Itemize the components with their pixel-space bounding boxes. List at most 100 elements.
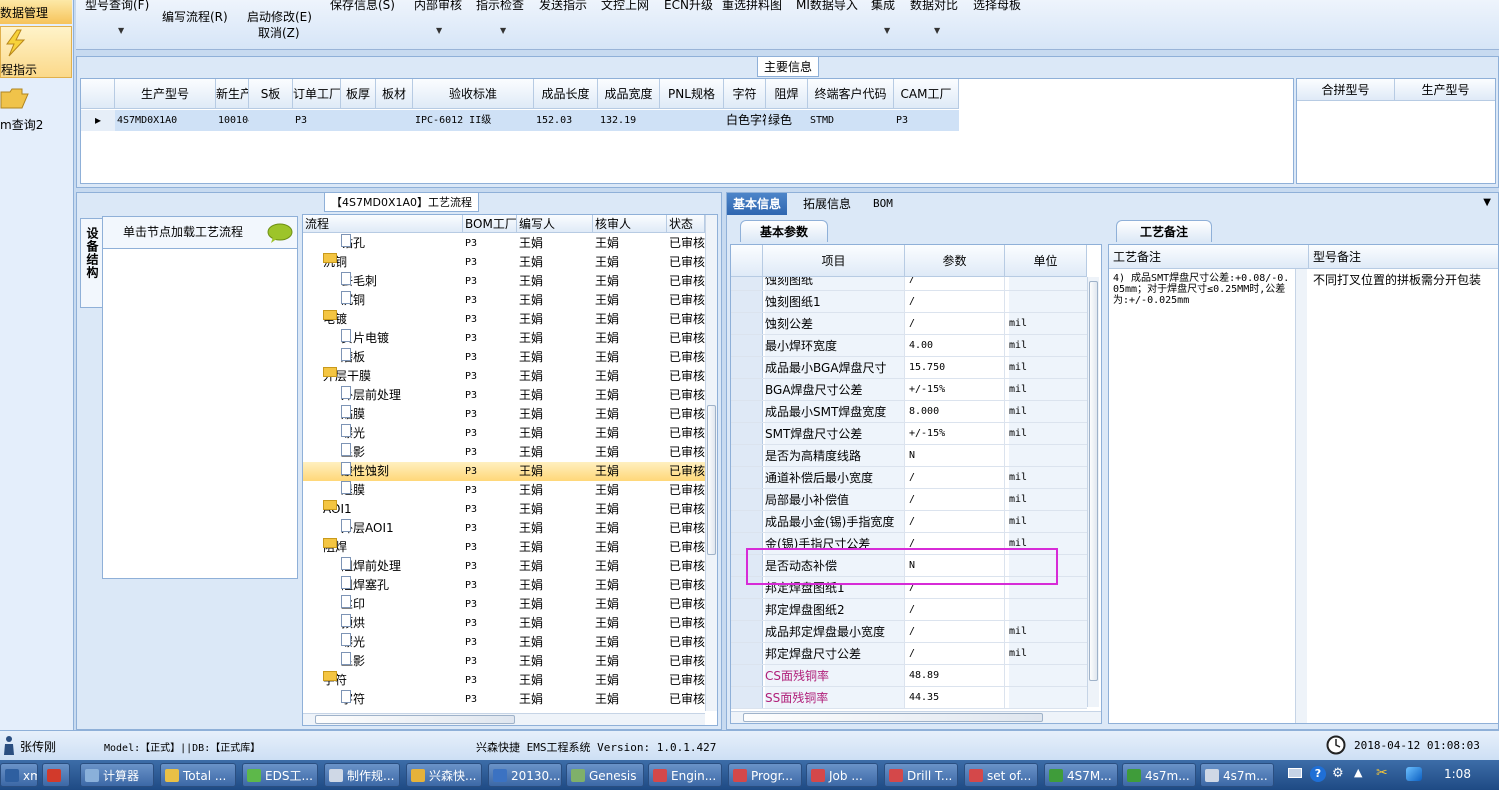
- param-row[interactable]: 局部最小补偿值 / mil: [731, 489, 1087, 511]
- param-value[interactable]: 44.35: [909, 687, 1005, 708]
- toolbar-item-13[interactable]: 数据对比: [910, 0, 958, 13]
- process-row[interactable]: 阻焊塞孔 P3 王娟 王娟 已审核: [303, 576, 705, 595]
- process-node[interactable]: 阻焊前处理: [341, 557, 463, 576]
- process-row[interactable]: −外层干膜P3 王娟 王娟 已审核: [303, 367, 705, 386]
- param-row[interactable]: 邦定焊盘图纸2/: [731, 599, 1087, 621]
- right-tab[interactable]: BOM: [867, 193, 899, 215]
- process-row[interactable]: 沉铜 P3 王娟 王娟 已审核: [303, 291, 705, 310]
- process-vertical-scrollbar[interactable]: [705, 215, 717, 711]
- main-col-header[interactable]: CAM工厂: [894, 79, 959, 109]
- param-value[interactable]: /: [909, 489, 1005, 510]
- process-row[interactable]: −沉铜P3 王娟 王娟 已审核: [303, 253, 705, 272]
- process-row[interactable]: −阻焊P3 王娟 王娟 已审核: [303, 538, 705, 557]
- taskbar-button[interactable]: Job ...: [806, 763, 878, 787]
- taskbar-button[interactable]: 计算器: [80, 763, 154, 787]
- process-row[interactable]: 预烘 P3 王娟 王娟 已审核: [303, 614, 705, 633]
- taskbar-button[interactable]: Genesis: [566, 763, 644, 787]
- param-row[interactable]: 邦定焊盘尺寸公差 / mil: [731, 643, 1087, 665]
- basic-params-tab[interactable]: 基本参数: [740, 220, 828, 242]
- process-remark-tab[interactable]: 工艺备注: [1116, 220, 1212, 242]
- param-row[interactable]: 成品最小SMT焊盘宽度 8.000 mil: [731, 401, 1087, 423]
- process-node[interactable]: 曝光: [341, 633, 463, 652]
- process-remark-text[interactable]: 4) 成品SMT焊盘尺寸公差:+0.08/-0.05mm；对于焊盘尺寸≤0.25…: [1113, 273, 1295, 306]
- param-row[interactable]: 最小焊环宽度 4.00 mil: [731, 335, 1087, 357]
- param-row[interactable]: 蚀刻图纸1/: [731, 291, 1087, 313]
- dropdown-arrow-icon[interactable]: ▼: [436, 26, 442, 35]
- process-node[interactable]: 预烘: [341, 614, 463, 633]
- param-value[interactable]: /: [909, 643, 1005, 664]
- process-node[interactable]: 显影: [341, 443, 463, 462]
- process-tree-area[interactable]: 单击节点加载工艺流程: [102, 216, 298, 579]
- scroll-thumb[interactable]: [1089, 281, 1098, 681]
- process-col-header[interactable]: 流程: [303, 215, 463, 233]
- param-value[interactable]: +/-15%: [909, 423, 1005, 444]
- param-row[interactable]: BGA焊盘尺寸公差 +/-15% mil: [731, 379, 1087, 401]
- process-row[interactable]: 字符 P3 王娟 王娟 已审核: [303, 690, 705, 709]
- process-node[interactable]: 酸性蚀刻: [341, 462, 463, 481]
- main-cell[interactable]: 白色字符: [726, 110, 766, 131]
- toolbar-item-0[interactable]: 型号查询(F): [85, 0, 149, 13]
- process-row[interactable]: 贴膜 P3 王娟 王娟 已审核: [303, 405, 705, 424]
- param-value[interactable]: /: [909, 621, 1005, 642]
- taskbar-button[interactable]: Drill T...: [884, 763, 958, 787]
- side-model-header[interactable]: 生产型号: [1395, 79, 1495, 101]
- process-node[interactable]: 阻焊塞孔: [341, 576, 463, 595]
- main-cell[interactable]: 4S7MD0X1A0: [117, 110, 216, 131]
- process-col-header[interactable]: 编写人: [517, 215, 593, 233]
- toolbar-item-12[interactable]: 集成: [871, 0, 895, 13]
- toolbar-item-8[interactable]: 文控上网: [601, 0, 649, 13]
- param-value[interactable]: /: [909, 313, 1005, 334]
- process-col-header[interactable]: 核审人: [593, 215, 667, 233]
- process-row[interactable]: 酸性蚀刻 P3 王娟 王娟 已审核: [303, 462, 705, 481]
- taskbar-button[interactable]: EDS工...: [242, 763, 318, 787]
- main-cell[interactable]: 132.19: [600, 110, 660, 131]
- param-row[interactable]: 通道补偿后最小宽度 / mil: [731, 467, 1087, 489]
- taskbar-button[interactable]: 4S7M...: [1044, 763, 1118, 787]
- tray-settings-icon[interactable]: ⚙: [1332, 766, 1344, 781]
- help-icon[interactable]: ?: [1310, 766, 1326, 782]
- param-col-header[interactable]: 参数: [905, 245, 1005, 277]
- process-node[interactable]: −阻焊: [323, 538, 463, 557]
- param-value[interactable]: 4.00: [909, 335, 1005, 356]
- scroll-thumb[interactable]: [315, 715, 515, 724]
- param-value[interactable]: /: [909, 467, 1005, 488]
- toolbar-item-10[interactable]: 重选拼料图: [722, 0, 782, 13]
- tab-menu-arrow-icon[interactable]: ▼: [1483, 197, 1491, 208]
- nav-data-management[interactable]: 数据管理: [0, 0, 72, 24]
- main-col-header[interactable]: 终端客户代码: [808, 79, 894, 109]
- process-node[interactable]: 外层AOI1: [341, 519, 463, 538]
- process-col-header[interactable]: BOM工厂: [463, 215, 517, 233]
- dropdown-arrow-icon[interactable]: ▼: [934, 26, 940, 35]
- main-col-header[interactable]: 成品宽度: [598, 79, 660, 109]
- toolbar-item-11[interactable]: MI数据导入: [796, 0, 858, 13]
- taskbar-clock[interactable]: 1:08: [1444, 767, 1471, 781]
- process-node[interactable]: 钻孔: [341, 234, 463, 253]
- main-cell[interactable]: P3: [295, 110, 341, 131]
- param-value[interactable]: /: [909, 511, 1005, 532]
- main-col-header[interactable]: 验收标准: [413, 79, 534, 109]
- tray-expand-icon[interactable]: ▲: [1354, 766, 1362, 779]
- main-cell[interactable]: P3: [896, 110, 959, 131]
- toolbar-item-5[interactable]: 内部审核: [414, 0, 462, 13]
- process-node[interactable]: 丝印: [341, 595, 463, 614]
- param-value[interactable]: /: [909, 291, 1005, 312]
- param-value[interactable]: N: [909, 445, 1005, 466]
- toolbar-item-14[interactable]: 选择母板: [973, 0, 1021, 13]
- process-row[interactable]: 外层前处理 P3 王娟 王娟 已审核: [303, 386, 705, 405]
- process-node[interactable]: 退膜: [341, 481, 463, 500]
- process-remark-scrollbar[interactable]: [1295, 269, 1307, 723]
- param-row[interactable]: SMT焊盘尺寸公差 +/-15% mil: [731, 423, 1087, 445]
- process-row[interactable]: 阻焊前处理 P3 王娟 王娟 已审核: [303, 557, 705, 576]
- process-row[interactable]: 磨板 P3 王娟 王娟 已审核: [303, 348, 705, 367]
- process-row[interactable]: 曝光 P3 王娟 王娟 已审核: [303, 424, 705, 443]
- main-col-header[interactable]: 新生产型号: [216, 79, 249, 109]
- taskbar-button[interactable]: 兴森快...: [406, 763, 482, 787]
- dropdown-arrow-icon[interactable]: ▼: [884, 26, 890, 35]
- main-cell[interactable]: 10010400111028: [218, 110, 249, 131]
- taskbar-button[interactable]: set of...: [964, 763, 1038, 787]
- toolbar-item-6[interactable]: 指示检查: [476, 0, 524, 13]
- taskbar-button[interactable]: Engin...: [648, 763, 722, 787]
- main-cell[interactable]: IPC-6012 II级: [415, 110, 534, 131]
- keyboard-icon[interactable]: [1288, 768, 1302, 778]
- param-row[interactable]: 成品最小金(锡)手指宽度 / mil: [731, 511, 1087, 533]
